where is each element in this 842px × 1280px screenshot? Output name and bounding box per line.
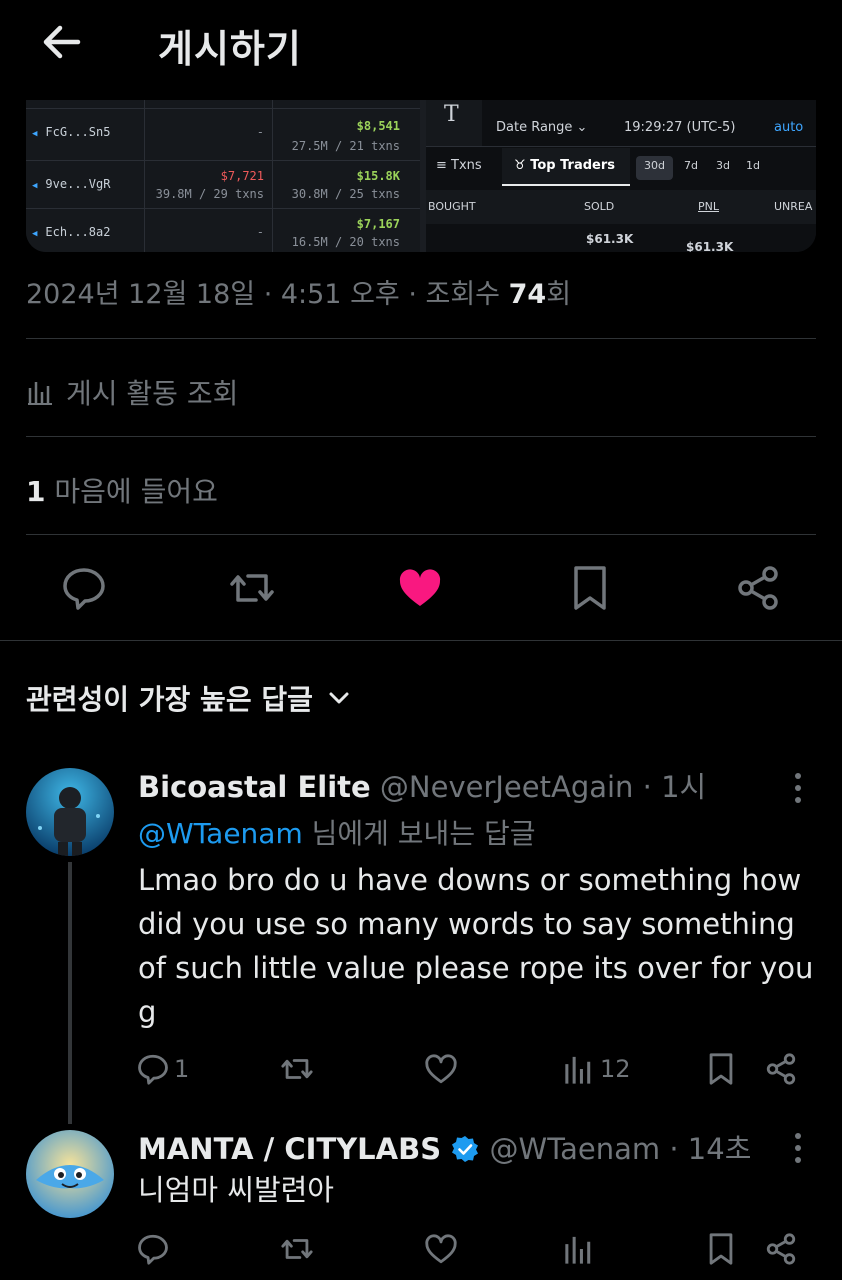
top-bar: 게시하기 [0, 0, 842, 84]
divider [26, 436, 816, 437]
like-filled-icon[interactable] [396, 564, 444, 612]
back-arrow-icon[interactable] [38, 20, 86, 64]
user-handle[interactable]: @WTaenam [490, 1132, 661, 1166]
like-button[interactable] [424, 1052, 458, 1086]
post-timestamp-views: 2024년 12월 18일 · 4:51 오후 · 조회수 74회 [26, 279, 572, 310]
thread-line [68, 862, 72, 1124]
view-count: 74 [508, 279, 547, 310]
divider [26, 338, 816, 339]
share-icon [766, 1233, 796, 1265]
bookmark-icon [709, 1053, 733, 1085]
reply-header: Bicoastal Elite @NeverJeetAgain · 1시 [138, 764, 706, 806]
share-button[interactable] [764, 1052, 798, 1086]
reply-button[interactable] [136, 1232, 170, 1266]
reply-button[interactable]: 1 [136, 1052, 189, 1086]
share-button[interactable] [764, 1232, 798, 1266]
replies-sort-dropdown[interactable]: 관련성이 가장 높은 답글 [26, 678, 351, 718]
analytics-icon [28, 382, 52, 405]
repost-button[interactable] [280, 1232, 314, 1266]
media-row: 9ve...VgR $7,721 39.8M / 29 txns $15.8K … [26, 160, 420, 208]
heart-icon [425, 1054, 457, 1084]
views-button[interactable] [562, 1232, 596, 1266]
repost-icon [281, 1059, 313, 1079]
post-activity-link[interactable]: 게시 활동 조회 [26, 372, 238, 412]
reply-icon [138, 1234, 168, 1265]
post-media-image[interactable]: FcG...Sn5 - $8,541 27.5M / 21 txns 9ve..… [26, 100, 816, 252]
avatar[interactable] [26, 768, 114, 856]
display-name[interactable]: Bicoastal Elite [138, 770, 371, 804]
analytics-icon [565, 1056, 591, 1084]
bookmark-button[interactable] [704, 1052, 738, 1086]
bookmark-button[interactable] [704, 1232, 738, 1266]
heart-icon [425, 1234, 457, 1264]
reply-header: MANTA / CITYLABS @WTaenam · 14초 [138, 1126, 751, 1168]
replying-to: @WTaenam 님에게 보내는 답글 [138, 817, 536, 850]
verified-badge-icon [452, 1136, 479, 1162]
media-traders-panel: T Date Range ⌄ 19:29:27 (UTC-5) auto ≡ T… [426, 100, 816, 252]
repost-icon [281, 1239, 313, 1259]
share-icon [766, 1053, 796, 1085]
more-options-icon[interactable] [784, 770, 812, 806]
divider [0, 640, 842, 641]
views-button[interactable]: 12 [562, 1052, 631, 1086]
user-handle[interactable]: @NeverJeetAgain [380, 770, 634, 804]
chevron-down-icon [329, 692, 349, 704]
display-name[interactable]: MANTA / CITYLABS [138, 1132, 441, 1166]
page-title: 게시하기 [158, 27, 302, 71]
media-row: FcG...Sn5 - $8,541 27.5M / 21 txns [26, 108, 420, 156]
share-icon[interactable] [734, 564, 782, 612]
likes-count[interactable]: 1 마음에 들어요 [26, 470, 218, 510]
bookmark-icon[interactable] [566, 564, 614, 612]
like-button[interactable] [424, 1232, 458, 1266]
bookmark-icon [709, 1233, 733, 1265]
reply-icon[interactable] [60, 564, 108, 612]
analytics-icon [565, 1236, 591, 1264]
avatar[interactable] [26, 1130, 114, 1218]
media-row: Ech...8a2 - $7,167 16.5M / 20 txns [26, 208, 420, 252]
divider [26, 534, 816, 535]
reply-text: Lmao bro do u have downs or something ho… [138, 863, 814, 1029]
reply-time: · 14초 [660, 1132, 752, 1166]
reply-icon [138, 1054, 168, 1085]
mention-link[interactable]: @WTaenam [138, 817, 303, 850]
repost-button[interactable] [280, 1052, 314, 1086]
reply-time: · 1시 [633, 770, 707, 804]
media-trades-table: FcG...Sn5 - $8,541 27.5M / 21 txns 9ve..… [26, 100, 420, 252]
more-options-icon[interactable] [784, 1130, 812, 1166]
repost-icon[interactable] [228, 564, 276, 612]
reply-text: 니엄마 씨발련아 [138, 1173, 334, 1207]
